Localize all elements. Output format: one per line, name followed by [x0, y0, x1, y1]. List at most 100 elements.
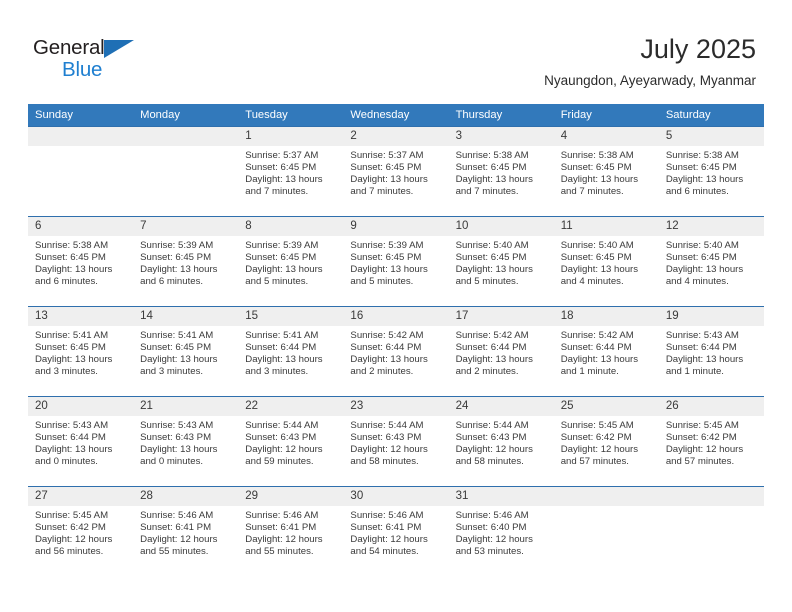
day-details: Sunrise: 5:46 AM Sunset: 6:41 PM Daylight:… [133, 506, 238, 558]
day-number [553, 487, 659, 506]
day-details: Sunrise: 5:38 AM Sunset: 6:45 PM Daylight:… [554, 146, 659, 198]
sunrise-text: Sunrise: 5:45 AM [560, 420, 634, 431]
day-number: 29 [238, 487, 344, 506]
sunrise-text: Sunrise: 5:39 AM [245, 240, 319, 251]
weekday-header-friday: Friday [553, 104, 659, 127]
calendar-day-cell[interactable]: 26 Sunrise: 5:45 AM Sunset: 6:42 PM Dayligh… [658, 396, 764, 487]
calendar-day-cell[interactable]: 2 Sunrise: 5:37 AM Sunset: 6:45 PM Daylight… [343, 126, 449, 217]
day-details: Sunrise: 5:40 AM Sunset: 6:45 PM Daylight:… [449, 236, 554, 288]
sunset-text: Sunset: 6:45 PM [35, 341, 106, 353]
daylight-text: Daylight: 13 hours and 3 minutes. [140, 353, 218, 377]
calendar-day-cell[interactable]: 25 Sunrise: 5:45 AM Sunset: 6:42 PM Dayligh… [553, 396, 659, 487]
sunset-text: Sunset: 6:44 PM [665, 341, 737, 353]
calendar-day-cell[interactable]: 6 Sunrise: 5:38 AM Sunset: 6:45 PM Daylight… [28, 216, 134, 307]
sunset-text: Sunset: 6:43 PM [140, 431, 212, 443]
calendar-day-cell[interactable]: 4 Sunrise: 5:38 AM Sunset: 6:45 PM Daylight… [553, 126, 659, 217]
sunset-text: Sunset: 6:41 PM [140, 521, 212, 533]
sunrise-text: Sunrise: 5:45 AM [665, 420, 739, 431]
calendar-day-cell[interactable]: 27 Sunrise: 5:45 AM Sunset: 6:42 PM Dayligh… [28, 486, 134, 577]
calendar-day-cell[interactable]: 29 Sunrise: 5:46 AM Sunset: 6:41 PM Dayligh… [238, 486, 344, 577]
calendar-day-cell[interactable]: 14 Sunrise: 5:41 AM Sunset: 6:45 PM Dayligh… [133, 306, 239, 397]
day-number: 31 [448, 487, 554, 506]
sunrise-text: Sunrise: 5:42 AM [350, 330, 424, 341]
sunset-text: Sunset: 6:43 PM [350, 431, 422, 443]
day-number: 9 [343, 217, 449, 236]
calendar-day-cell[interactable]: 31 Sunrise: 5:46 AM Sunset: 6:40 PM Dayligh… [448, 486, 554, 577]
calendar-day-cell[interactable]: 16 Sunrise: 5:42 AM Sunset: 6:44 PM Dayligh… [343, 306, 449, 397]
calendar-day-cell[interactable]: 21 Sunrise: 5:43 AM Sunset: 6:43 PM Dayligh… [133, 396, 239, 487]
calendar-day-cell[interactable]: 10 Sunrise: 5:40 AM Sunset: 6:45 PM Dayligh… [448, 216, 554, 307]
weekday-header-row: Sunday Monday Tuesday Wednesday Thursday… [28, 104, 764, 127]
sunrise-text: Sunrise: 5:41 AM [35, 330, 109, 341]
sunset-text: Sunset: 6:42 PM [35, 521, 106, 533]
calendar-day-cell[interactable]: 22 Sunrise: 5:44 AM Sunset: 6:43 PM Dayligh… [238, 396, 344, 487]
sunset-text: Sunset: 6:45 PM [350, 161, 422, 173]
weekday-header-monday: Monday [133, 104, 239, 127]
calendar-day-cell[interactable]: 23 Sunrise: 5:44 AM Sunset: 6:43 PM Dayligh… [343, 396, 449, 487]
day-details: Sunrise: 5:40 AM Sunset: 6:45 PM Daylight:… [554, 236, 659, 288]
sunrise-text: Sunrise: 5:46 AM [350, 510, 424, 521]
daylight-text: Daylight: 13 hours and 6 minutes. [665, 173, 744, 197]
calendar-day-cell[interactable]: 7 Sunrise: 5:39 AM Sunset: 6:45 PM Daylight… [133, 216, 239, 307]
day-number [658, 487, 764, 506]
sunrise-text: Sunrise: 5:40 AM [665, 240, 739, 251]
calendar-day-cell[interactable]: 12 Sunrise: 5:40 AM Sunset: 6:45 PM Dayligh… [658, 216, 764, 307]
calendar-day-cell[interactable]: 28 Sunrise: 5:46 AM Sunset: 6:41 PM Dayligh… [133, 486, 239, 577]
sunset-text: Sunset: 6:45 PM [140, 341, 212, 353]
day-details: Sunrise: 5:37 AM Sunset: 6:45 PM Daylight:… [343, 146, 448, 198]
calendar-week-row: 27 Sunrise: 5:45 AM Sunset: 6:42 PM Dayligh… [28, 486, 764, 577]
day-number: 25 [553, 397, 659, 416]
day-number: 13 [28, 307, 134, 326]
daylight-text: Daylight: 13 hours and 0 minutes. [140, 443, 218, 467]
calendar-day-cell[interactable]: 9 Sunrise: 5:39 AM Sunset: 6:45 PM Daylight… [343, 216, 449, 307]
sunset-text: Sunset: 6:41 PM [245, 521, 317, 533]
calendar-day-cell[interactable]: 5 Sunrise: 5:38 AM Sunset: 6:45 PM Daylight… [658, 126, 764, 217]
sunset-text: Sunset: 6:45 PM [245, 161, 317, 173]
day-number: 10 [448, 217, 554, 236]
calendar-week-row: 6 Sunrise: 5:38 AM Sunset: 6:45 PM Daylight… [28, 216, 764, 307]
calendar-day-cell[interactable]: 13 Sunrise: 5:41 AM Sunset: 6:45 PM Dayligh… [28, 306, 134, 397]
sunset-text: Sunset: 6:45 PM [455, 161, 527, 173]
daylight-text: Daylight: 13 hours and 0 minutes. [35, 443, 113, 467]
weekday-header-saturday: Saturday [658, 104, 764, 127]
daylight-text: Daylight: 12 hours and 53 minutes. [455, 533, 533, 557]
daylight-text: Daylight: 12 hours and 54 minutes. [350, 533, 428, 557]
day-number: 2 [343, 127, 449, 146]
sunrise-text: Sunrise: 5:46 AM [245, 510, 319, 521]
calendar-day-cell[interactable]: 11 Sunrise: 5:40 AM Sunset: 6:45 PM Dayligh… [553, 216, 659, 307]
sunset-text: Sunset: 6:44 PM [245, 341, 317, 353]
sunrise-text: Sunrise: 5:39 AM [140, 240, 214, 251]
calendar-day-cell[interactable]: 3 Sunrise: 5:38 AM Sunset: 6:45 PM Daylight… [448, 126, 554, 217]
calendar-day-cell[interactable]: 8 Sunrise: 5:39 AM Sunset: 6:45 PM Daylight… [238, 216, 344, 307]
calendar-day-cell[interactable]: 1 Sunrise: 5:37 AM Sunset: 6:45 PM Daylight… [238, 126, 344, 217]
sunrise-text: Sunrise: 5:38 AM [35, 240, 109, 251]
sunset-text: Sunset: 6:42 PM [665, 431, 737, 443]
day-number: 19 [658, 307, 764, 326]
day-details: Sunrise: 5:39 AM Sunset: 6:45 PM Daylight:… [343, 236, 448, 288]
calendar-day-cell[interactable]: 20 Sunrise: 5:43 AM Sunset: 6:44 PM Dayligh… [28, 396, 134, 487]
sunrise-text: Sunrise: 5:43 AM [140, 420, 214, 431]
sunrise-text: Sunrise: 5:38 AM [455, 150, 529, 161]
calendar-day-cell[interactable]: 19 Sunrise: 5:43 AM Sunset: 6:44 PM Dayligh… [658, 306, 764, 397]
calendar-day-cell[interactable]: 18 Sunrise: 5:42 AM Sunset: 6:44 PM Dayligh… [553, 306, 659, 397]
day-details: Sunrise: 5:38 AM Sunset: 6:45 PM Daylight:… [659, 146, 764, 198]
sunset-text: Sunset: 6:45 PM [560, 161, 632, 173]
day-number [133, 127, 239, 146]
day-details: Sunrise: 5:44 AM Sunset: 6:43 PM Daylight:… [238, 416, 343, 468]
daylight-text: Daylight: 13 hours and 1 minute. [560, 353, 639, 377]
sunrise-text: Sunrise: 5:43 AM [35, 420, 109, 431]
calendar-day-cell[interactable]: 15 Sunrise: 5:41 AM Sunset: 6:44 PM Dayligh… [238, 306, 344, 397]
daylight-text: Daylight: 12 hours and 55 minutes. [140, 533, 218, 557]
day-details: Sunrise: 5:38 AM Sunset: 6:45 PM Daylight:… [449, 146, 554, 198]
calendar-day-cell[interactable]: 17 Sunrise: 5:42 AM Sunset: 6:44 PM Dayligh… [448, 306, 554, 397]
daylight-text: Daylight: 13 hours and 4 minutes. [665, 263, 744, 287]
page-subtitle: Nyaungdon, Ayeyarwady, Myanmar [544, 73, 756, 88]
sunset-text: Sunset: 6:43 PM [455, 431, 527, 443]
daylight-text: Daylight: 12 hours and 57 minutes. [560, 443, 639, 467]
calendar-day-cell[interactable]: 24 Sunrise: 5:44 AM Sunset: 6:43 PM Dayligh… [448, 396, 554, 487]
general-blue-logo[interactable]: General Blue [33, 36, 163, 88]
sunset-text: Sunset: 6:40 PM [455, 521, 527, 533]
calendar-day-cell[interactable]: 30 Sunrise: 5:46 AM Sunset: 6:41 PM Dayligh… [343, 486, 449, 577]
calendar-table: Sunday Monday Tuesday Wednesday Thursday… [28, 104, 764, 577]
sunrise-text: Sunrise: 5:45 AM [35, 510, 109, 521]
